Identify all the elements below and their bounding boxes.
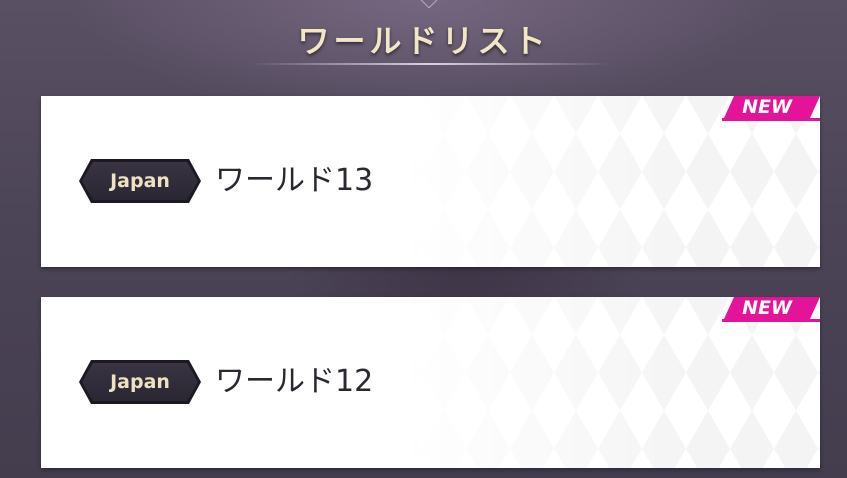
world-list-item[interactable]: NEW Japan ワールド12: [41, 297, 820, 468]
world-list-item[interactable]: NEW Japan ワールド13: [41, 96, 820, 267]
region-label: Japan: [110, 371, 170, 393]
new-badge-label: NEW: [742, 96, 792, 118]
region-badge: Japan: [79, 159, 201, 203]
new-badge: NEW: [724, 96, 820, 118]
region-badge: Japan: [79, 360, 201, 404]
world-name: ワールド12: [215, 364, 374, 399]
title-divider: [250, 63, 610, 65]
new-badge-underline: [722, 118, 820, 121]
world-name: ワールド13: [215, 163, 374, 198]
card-pattern-decoration: [400, 96, 820, 267]
top-diamond-ornament: [420, 0, 438, 9]
region-label: Japan: [110, 170, 170, 192]
card-pattern-decoration: [400, 297, 820, 468]
page-title: ワールドリスト: [297, 22, 550, 60]
new-badge: NEW: [724, 297, 820, 319]
new-badge-label: NEW: [742, 297, 792, 319]
new-badge-underline: [722, 319, 820, 322]
